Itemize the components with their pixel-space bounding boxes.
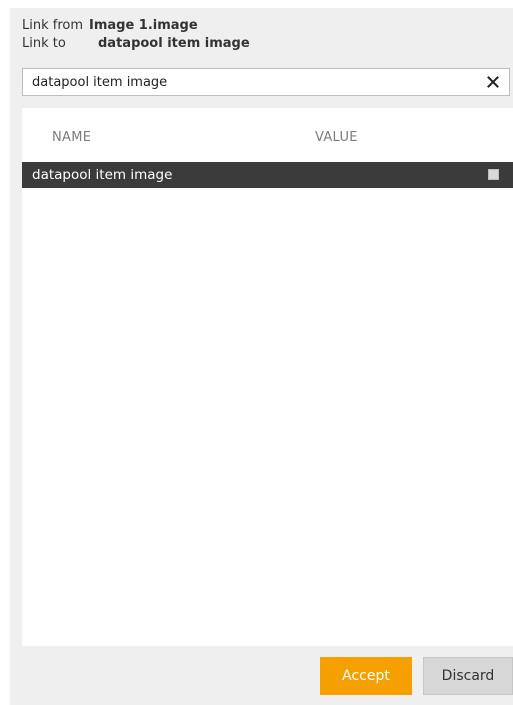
accept-button[interactable]: Accept [320,657,412,695]
link-dialog: Link from Image 1.image Link to datapool i… [10,8,513,705]
link-to-value: datapool item image [98,36,250,51]
link-from-row: Link from Image 1.image [22,18,198,33]
link-from-label: Link from [22,18,84,33]
link-to-label: Link to [22,36,66,51]
list-item-checkbox[interactable] [488,169,499,180]
list-header: NAME VALUE [22,108,513,158]
list-item[interactable]: datapool item image [22,162,513,188]
link-to-row: Link to datapool item image [22,36,250,51]
list-item-name: datapool item image [32,167,173,183]
discard-button[interactable]: Discard [423,657,513,695]
column-header-name: NAME [52,130,92,145]
search-input[interactable] [23,69,475,95]
close-icon[interactable] [485,74,501,90]
search-field [22,68,510,96]
link-from-value: Image 1.image [89,18,198,33]
datapool-list: NAME VALUE datapool item image [22,108,513,646]
column-header-value: VALUE [315,130,358,145]
